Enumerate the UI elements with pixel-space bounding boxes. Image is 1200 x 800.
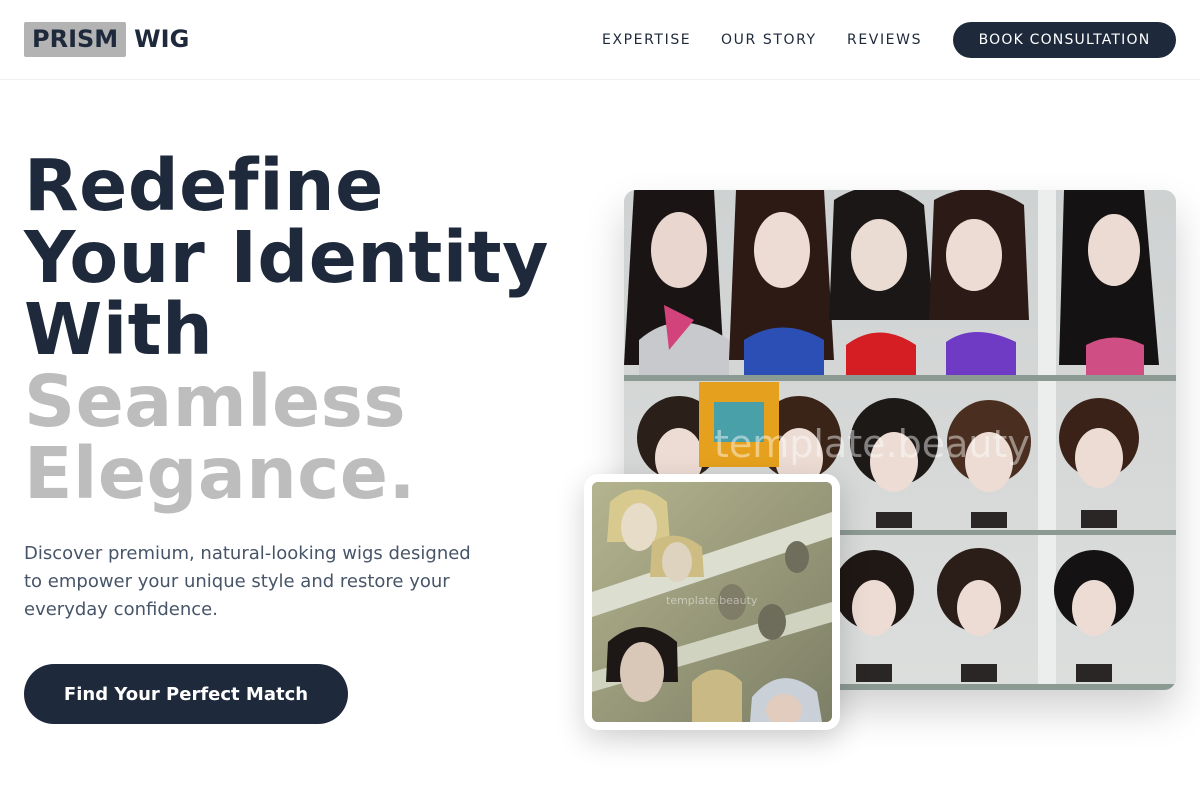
hero-title-line: Your Identity — [24, 216, 549, 299]
logo-wordmark: WIG — [134, 25, 190, 53]
hero-description: Discover premium, natural-looking wigs d… — [24, 543, 471, 620]
hero-title: Redefine Your Identity With Seamless Ele… — [24, 150, 549, 510]
nav-link-reviews[interactable]: REVIEWS — [847, 30, 922, 50]
watermark: template.beauty — [666, 594, 758, 607]
find-perfect-match-button[interactable]: Find Your Perfect Match — [24, 664, 348, 724]
hero-title-line: With — [24, 288, 214, 371]
watermark: template.beauty — [714, 422, 1030, 466]
hero-title-line: Redefine — [24, 144, 384, 227]
inset-mannequin-photo: template.beauty — [592, 482, 832, 722]
inset-photo-frame: template.beauty — [584, 474, 840, 730]
site-header: PRISM WIG EXPERTISE OUR STORY REVIEWS BO… — [0, 0, 1200, 80]
hero-title-accent-line: Seamless — [24, 360, 407, 443]
logo[interactable]: PRISM WIG — [24, 22, 189, 57]
nav-link-expertise[interactable]: EXPERTISE — [602, 30, 691, 50]
logo-mark: PRISM — [24, 22, 127, 57]
hero-title-accent-line: Elegance. — [24, 432, 416, 515]
nav-link-our-story[interactable]: OUR STORY — [721, 30, 817, 50]
book-consultation-button[interactable]: BOOK CONSULTATION — [953, 22, 1176, 58]
